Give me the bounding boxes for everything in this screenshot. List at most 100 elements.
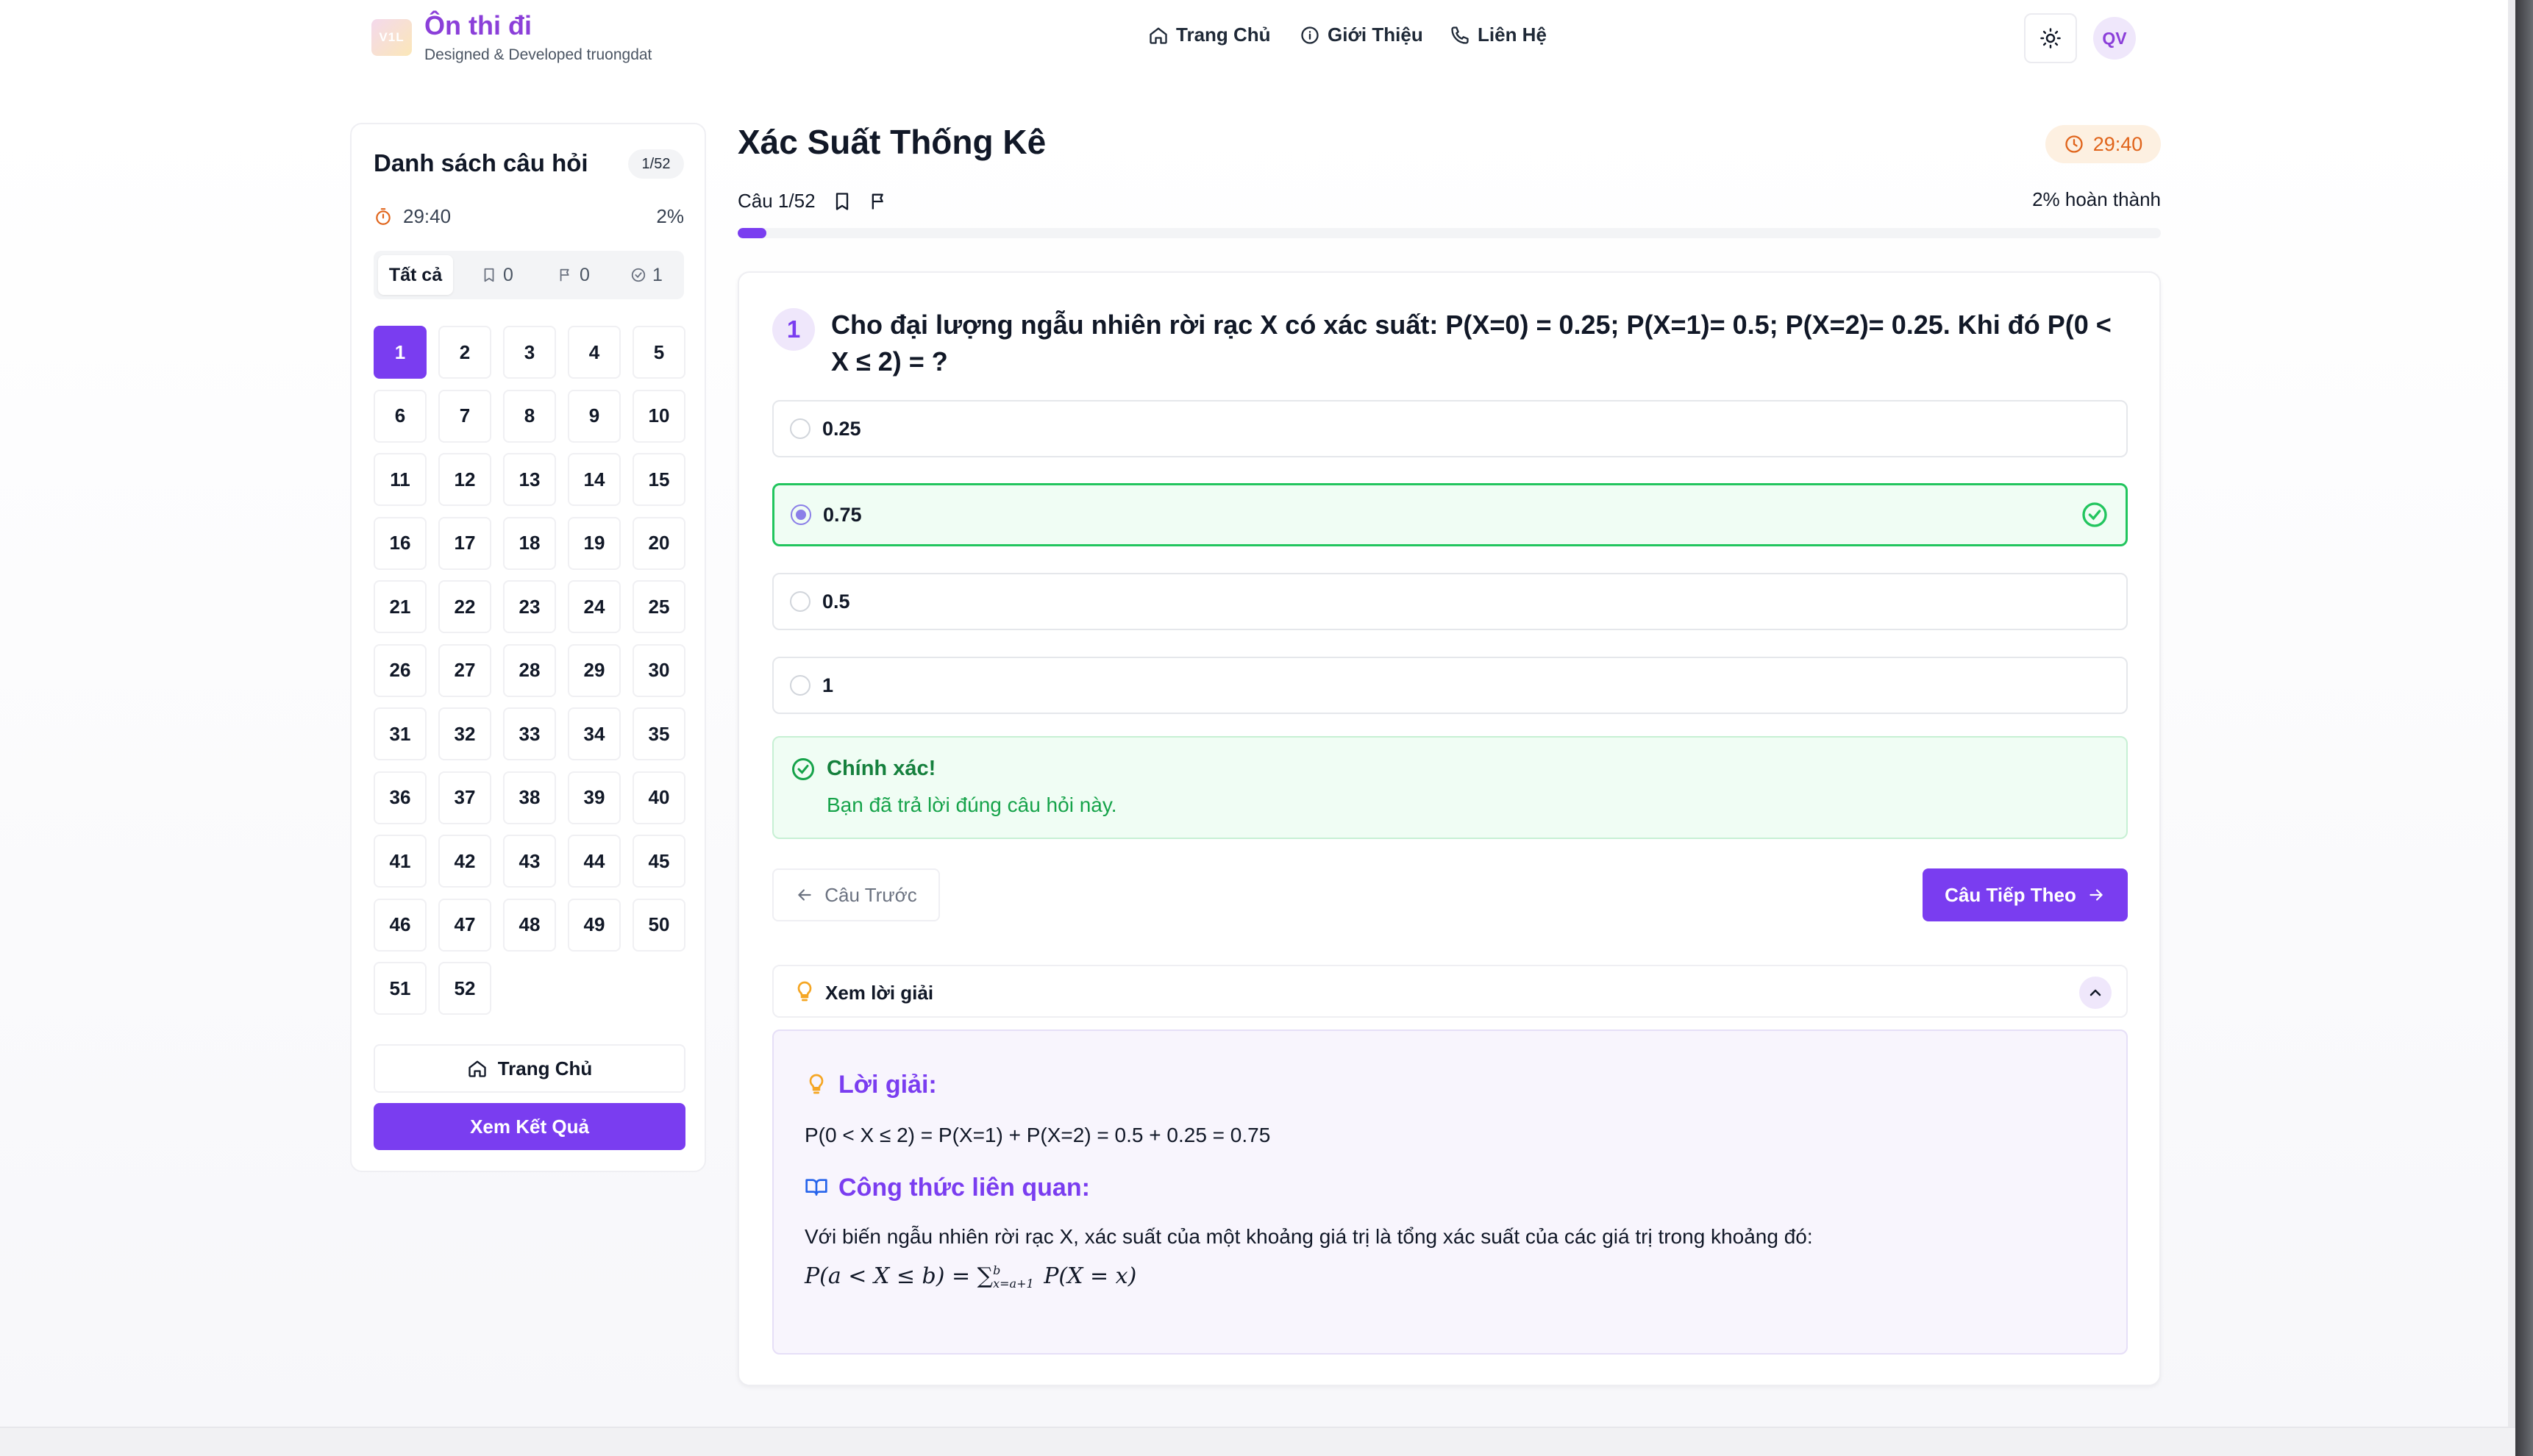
nav-contact-label: Liên Hệ bbox=[1478, 24, 1547, 46]
question-button-40[interactable]: 40 bbox=[633, 771, 685, 824]
answer-option-a[interactable]: 0.25 bbox=[772, 400, 2128, 457]
question-button-39[interactable]: 39 bbox=[568, 771, 621, 824]
question-button-30[interactable]: 30 bbox=[633, 643, 685, 697]
question-button-11[interactable]: 11 bbox=[374, 453, 427, 506]
filter-tab-all[interactable]: Tất cả bbox=[378, 255, 453, 295]
question-button-38[interactable]: 38 bbox=[503, 771, 556, 824]
question-button-51[interactable]: 51 bbox=[374, 962, 427, 1015]
arrow-right-icon bbox=[2090, 889, 2103, 901]
next-question-button[interactable]: Câu Tiếp Theo bbox=[1923, 868, 2128, 921]
question-button-8[interactable]: 8 bbox=[503, 389, 556, 443]
page-scrollbar[interactable] bbox=[2508, 0, 2515, 1456]
question-button-1[interactable]: 1 bbox=[374, 326, 427, 379]
nav-contact[interactable]: Liên Hệ bbox=[1450, 24, 1547, 46]
question-button-14[interactable]: 14 bbox=[568, 453, 621, 506]
question-button-9[interactable]: 9 bbox=[568, 389, 621, 443]
question-button-44[interactable]: 44 bbox=[568, 835, 621, 888]
question-button-7[interactable]: 7 bbox=[438, 389, 491, 443]
question-button-26[interactable]: 26 bbox=[374, 643, 427, 697]
question-button-45[interactable]: 45 bbox=[633, 835, 685, 888]
nav-home[interactable]: Trang Chủ bbox=[1148, 24, 1271, 46]
question-button-46[interactable]: 46 bbox=[374, 898, 427, 952]
filter-tab-bookmarked[interactable]: 0 bbox=[462, 255, 532, 295]
question-button-19[interactable]: 19 bbox=[568, 516, 621, 570]
arrow-left-icon bbox=[798, 889, 811, 901]
solution-heading: Lời giải: bbox=[838, 1071, 937, 1099]
question-button-3[interactable]: 3 bbox=[503, 326, 556, 379]
question-button-10[interactable]: 10 bbox=[633, 389, 685, 443]
check-circle-icon bbox=[631, 268, 646, 282]
question-button-21[interactable]: 21 bbox=[374, 580, 427, 633]
filter-tab-flagged[interactable]: 0 bbox=[538, 255, 609, 295]
question-button-15[interactable]: 15 bbox=[633, 453, 685, 506]
nav-about[interactable]: Giới Thiệu bbox=[1300, 24, 1423, 46]
question-button-24[interactable]: 24 bbox=[568, 580, 621, 633]
bookmark-icon[interactable] bbox=[832, 191, 852, 212]
theme-toggle-button[interactable] bbox=[2024, 13, 2077, 63]
home-button[interactable]: Trang Chủ bbox=[374, 1044, 685, 1093]
view-results-button[interactable]: Xem Kết Quả bbox=[374, 1103, 685, 1150]
progress-text: 2% hoàn thành bbox=[2032, 188, 2161, 210]
logo-icon[interactable]: V1L bbox=[371, 19, 412, 56]
formula-sum-symbol: ∑ bbox=[977, 1263, 994, 1289]
flag-icon bbox=[560, 268, 569, 282]
sidebar-timer-value: 29:40 bbox=[403, 205, 452, 227]
brand-title[interactable]: Ôn thi đi bbox=[424, 10, 532, 41]
question-button-33[interactable]: 33 bbox=[503, 707, 556, 760]
question-button-43[interactable]: 43 bbox=[503, 835, 556, 888]
answer-option-d-label: 1 bbox=[822, 674, 834, 696]
question-button-42[interactable]: 42 bbox=[438, 835, 491, 888]
page: V1L Ôn thi đi Designed & Developed truon… bbox=[0, 0, 2515, 1456]
question-list-title: Danh sách câu hỏi bbox=[374, 149, 588, 176]
question-button-18[interactable]: 18 bbox=[503, 516, 556, 570]
question-button-50[interactable]: 50 bbox=[633, 898, 685, 952]
user-avatar[interactable]: QV bbox=[2093, 17, 2136, 60]
progress-bar bbox=[738, 228, 2161, 238]
home-icon bbox=[1150, 27, 1167, 44]
previous-question-button[interactable]: Câu Trước bbox=[772, 868, 940, 921]
question-button-12[interactable]: 12 bbox=[438, 453, 491, 506]
question-button-13[interactable]: 13 bbox=[503, 453, 556, 506]
radio-icon bbox=[790, 675, 811, 696]
question-button-31[interactable]: 31 bbox=[374, 707, 427, 760]
question-button-25[interactable]: 25 bbox=[633, 580, 685, 633]
question-button-29[interactable]: 29 bbox=[568, 643, 621, 697]
question-button-16[interactable]: 16 bbox=[374, 516, 427, 570]
bookmark-icon bbox=[484, 268, 494, 282]
answered-count: 1 bbox=[652, 264, 663, 285]
filter-tab-answered[interactable]: 1 bbox=[613, 255, 680, 295]
question-button-6[interactable]: 6 bbox=[374, 389, 427, 443]
answer-option-c[interactable]: 0.5 bbox=[772, 573, 2128, 630]
show-solution-toggle[interactable]: Xem lời giải bbox=[772, 965, 2128, 1018]
flag-icon[interactable] bbox=[869, 191, 889, 212]
question-button-34[interactable]: 34 bbox=[568, 707, 621, 760]
formula-heading: Công thức liên quan: bbox=[838, 1174, 1090, 1202]
chevron-up-icon[interactable] bbox=[2079, 977, 2112, 1009]
sidebar-percent: 2% bbox=[656, 205, 684, 227]
question-button-41[interactable]: 41 bbox=[374, 835, 427, 888]
question-button-47[interactable]: 47 bbox=[438, 898, 491, 952]
sun-icon bbox=[2040, 28, 2061, 49]
answer-option-d[interactable]: 1 bbox=[772, 657, 2128, 714]
question-button-23[interactable]: 23 bbox=[503, 580, 556, 633]
question-button-35[interactable]: 35 bbox=[633, 707, 685, 760]
question-button-20[interactable]: 20 bbox=[633, 516, 685, 570]
timer-badge: 29:40 bbox=[2045, 125, 2161, 163]
answer-option-b[interactable]: 0.75 bbox=[772, 483, 2128, 546]
question-button-52[interactable]: 52 bbox=[438, 962, 491, 1015]
question-button-28[interactable]: 28 bbox=[503, 643, 556, 697]
question-button-2[interactable]: 2 bbox=[438, 326, 491, 379]
question-button-4[interactable]: 4 bbox=[568, 326, 621, 379]
home-icon bbox=[469, 1060, 486, 1077]
question-button-48[interactable]: 48 bbox=[503, 898, 556, 952]
radio-icon bbox=[790, 591, 811, 612]
question-button-22[interactable]: 22 bbox=[438, 580, 491, 633]
question-button-37[interactable]: 37 bbox=[438, 771, 491, 824]
question-button-5[interactable]: 5 bbox=[633, 326, 685, 379]
question-button-32[interactable]: 32 bbox=[438, 707, 491, 760]
question-button-27[interactable]: 27 bbox=[438, 643, 491, 697]
check-circle-icon bbox=[2082, 502, 2107, 527]
question-button-49[interactable]: 49 bbox=[568, 898, 621, 952]
question-button-36[interactable]: 36 bbox=[374, 771, 427, 824]
question-button-17[interactable]: 17 bbox=[438, 516, 491, 570]
